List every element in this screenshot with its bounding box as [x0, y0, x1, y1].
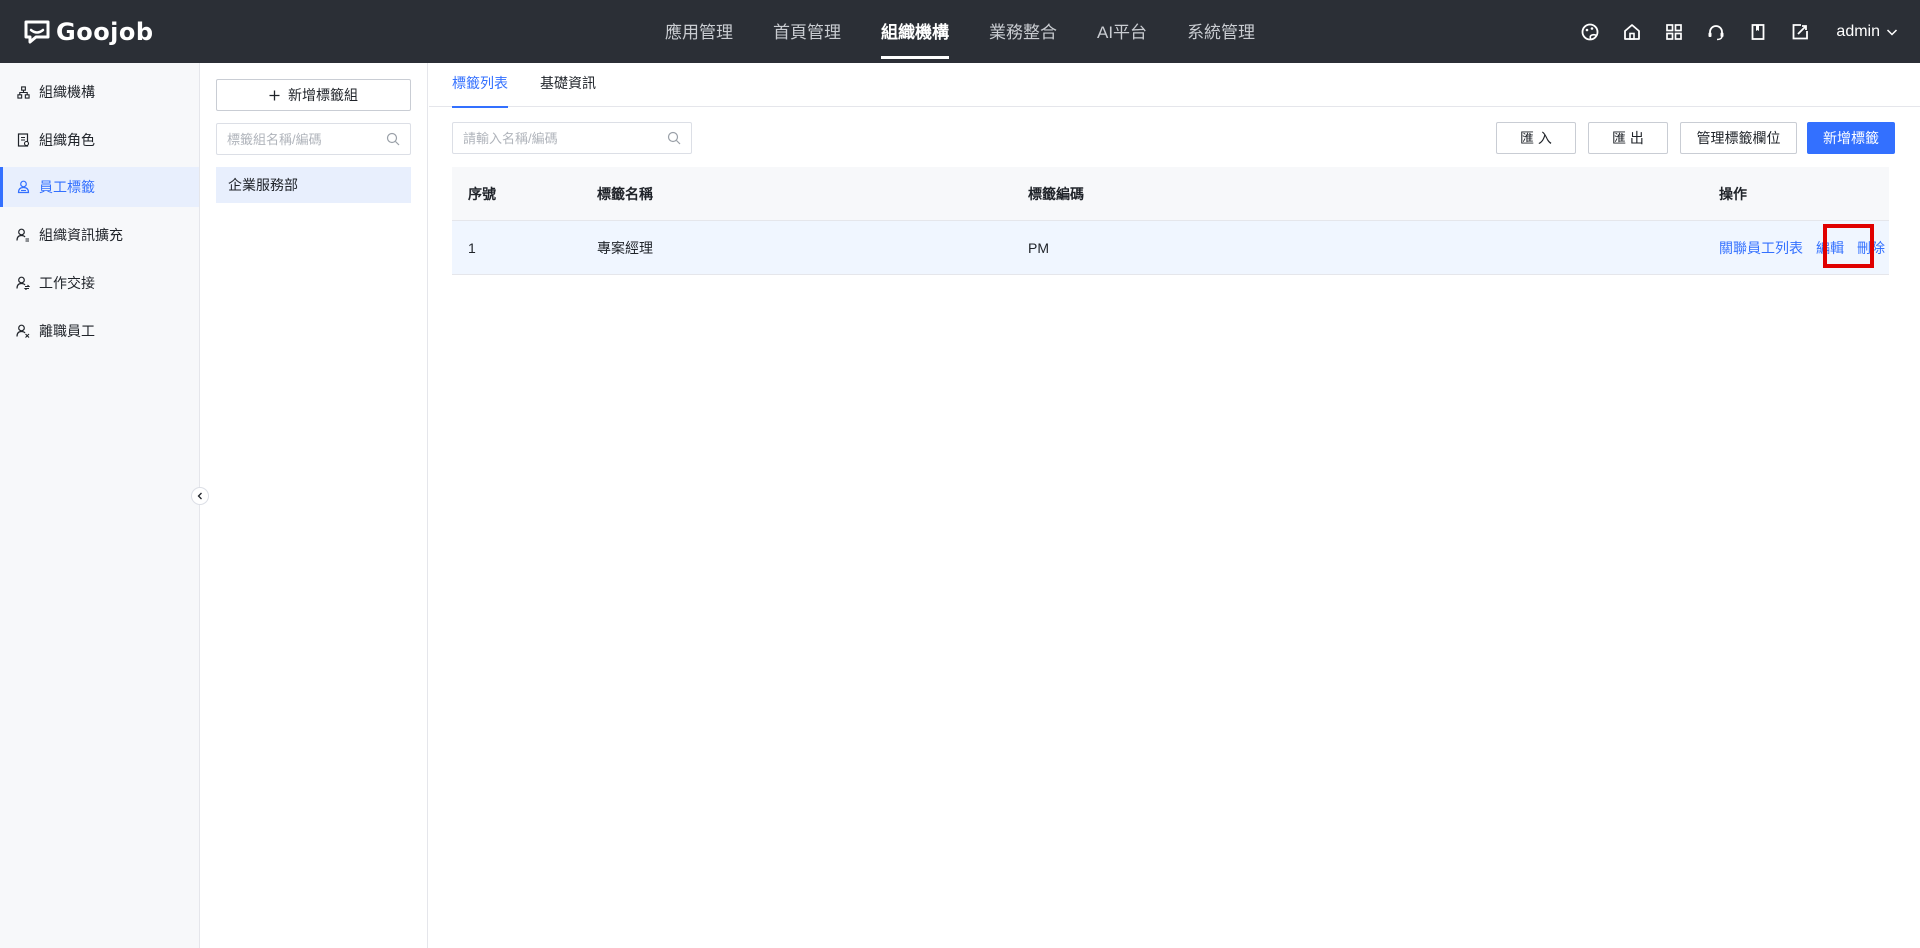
content-tabs: 標籤列表 基礎資訊 — [429, 63, 1920, 108]
top-toolbar: admin — [1578, 0, 1898, 63]
support-headset-icon[interactable] — [1704, 20, 1728, 44]
tag-group-search-input[interactable] — [227, 131, 386, 147]
org-tree-icon — [16, 85, 30, 99]
tag-group-search — [216, 123, 411, 155]
import-button[interactable]: 匯 入 — [1496, 122, 1576, 154]
nav-app-management[interactable]: 應用管理 — [665, 0, 733, 63]
main-content: 標籤列表 基礎資訊 匯 入 匯 出 管理標籤欄位 新增標籤 序號 標籤名稱 標籤… — [429, 63, 1920, 948]
sidebar-item-label: 組織角色 — [39, 132, 95, 148]
tag-group-item[interactable]: 企業服務部 — [216, 167, 411, 203]
sidebar-item-roles[interactable]: 組織角色 — [0, 120, 199, 160]
row-index: 1 — [468, 240, 476, 256]
sidebar-collapse-button[interactable] — [191, 487, 209, 505]
delete-highlight-box — [1823, 224, 1874, 268]
nav-home-management[interactable]: 首頁管理 — [773, 0, 841, 63]
sidebar-item-work-handover[interactable]: 工作交接 — [0, 263, 199, 303]
user-extend-icon — [16, 228, 30, 242]
sidebar-item-org-info-extension[interactable]: 組織資訊擴充 — [0, 215, 199, 255]
handover-icon — [16, 276, 30, 290]
user-leave-icon — [16, 324, 30, 338]
role-doc-icon — [16, 133, 30, 147]
nav-system-management[interactable]: 系統管理 — [1187, 0, 1255, 63]
sidebar: 組織機構 組織角色 員工標籤 組織資訊擴充 工作交接 離職員工 — [0, 63, 200, 948]
tag-table: 序號 標籤名稱 標籤編碼 操作 1 專案經理 PM 關聯員工列表 編輯 刪除 — [452, 167, 1889, 275]
table-row: 1 專案經理 PM 關聯員工列表 編輯 刪除 — [452, 221, 1889, 275]
top-navigation-bar: Goojob 應用管理 首頁管理 組織機構 業務整合 AI平台 系統管理 adm… — [0, 0, 1920, 63]
tag-search-input[interactable] — [463, 130, 667, 146]
book-icon[interactable] — [1746, 20, 1770, 44]
sidebar-item-label: 工作交接 — [39, 275, 95, 291]
nav-business-integration[interactable]: 業務整合 — [989, 0, 1057, 63]
main-nav: 應用管理 首頁管理 組織機構 業務整合 AI平台 系統管理 — [665, 0, 1295, 63]
nav-ai-platform[interactable]: AI平台 — [1097, 0, 1147, 63]
sidebar-item-resigned-employees[interactable]: 離職員工 — [0, 311, 199, 351]
tag-search — [452, 122, 692, 154]
user-name: admin — [1836, 22, 1880, 40]
sidebar-item-organization[interactable]: 組織機構 — [0, 72, 199, 112]
plus-icon — [269, 90, 280, 100]
logo-chat-icon — [24, 20, 50, 44]
export-icon[interactable] — [1788, 20, 1812, 44]
tag-group-panel: 新增標籤組 企業服務部 — [200, 63, 428, 948]
user-tag-icon — [16, 180, 30, 194]
column-header-tag-code: 標籤編碼 — [1028, 186, 1084, 202]
tag-group-label: 企業服務部 — [228, 177, 298, 193]
manage-tag-fields-button[interactable]: 管理標籤欄位 — [1680, 122, 1797, 154]
user-menu[interactable]: admin — [1836, 23, 1898, 41]
apps-grid-icon[interactable] — [1662, 20, 1686, 44]
tab-tag-list[interactable]: 標籤列表 — [452, 63, 508, 108]
search-icon[interactable] — [667, 131, 681, 145]
sidebar-item-label: 組織機構 — [39, 84, 95, 100]
column-header-actions: 操作 — [1719, 186, 1747, 202]
palette-icon[interactable] — [1578, 20, 1602, 44]
row-tag-code: PM — [1028, 240, 1049, 256]
column-header-index: 序號 — [468, 186, 496, 202]
row-tag-name: 專案經理 — [597, 240, 653, 256]
sidebar-item-label: 員工標籤 — [39, 179, 95, 195]
add-tag-group-button[interactable]: 新增標籤組 — [216, 79, 411, 111]
export-button[interactable]: 匯 出 — [1588, 122, 1668, 154]
sidebar-item-label: 組織資訊擴充 — [39, 227, 123, 243]
nav-organization[interactable]: 組織機構 — [881, 0, 949, 63]
tab-basic-info[interactable]: 基礎資訊 — [540, 63, 596, 107]
table-header: 序號 標籤名稱 標籤編碼 操作 — [452, 167, 1889, 221]
goojob-logo[interactable]: Goojob — [24, 17, 154, 47]
add-tag-button[interactable]: 新增標籤 — [1807, 122, 1895, 154]
chevron-left-icon — [197, 492, 202, 500]
column-header-tag-name: 標籤名稱 — [597, 186, 653, 202]
sidebar-item-label: 離職員工 — [39, 323, 95, 339]
home-icon[interactable] — [1620, 20, 1644, 44]
chevron-down-icon — [1886, 28, 1898, 36]
related-employees-link[interactable]: 關聯員工列表 — [1719, 238, 1803, 258]
sidebar-item-employee-tags[interactable]: 員工標籤 — [0, 167, 199, 207]
logo-text: Goojob — [56, 18, 154, 46]
add-tag-group-label: 新增標籤組 — [288, 87, 358, 103]
search-icon[interactable] — [386, 132, 400, 146]
